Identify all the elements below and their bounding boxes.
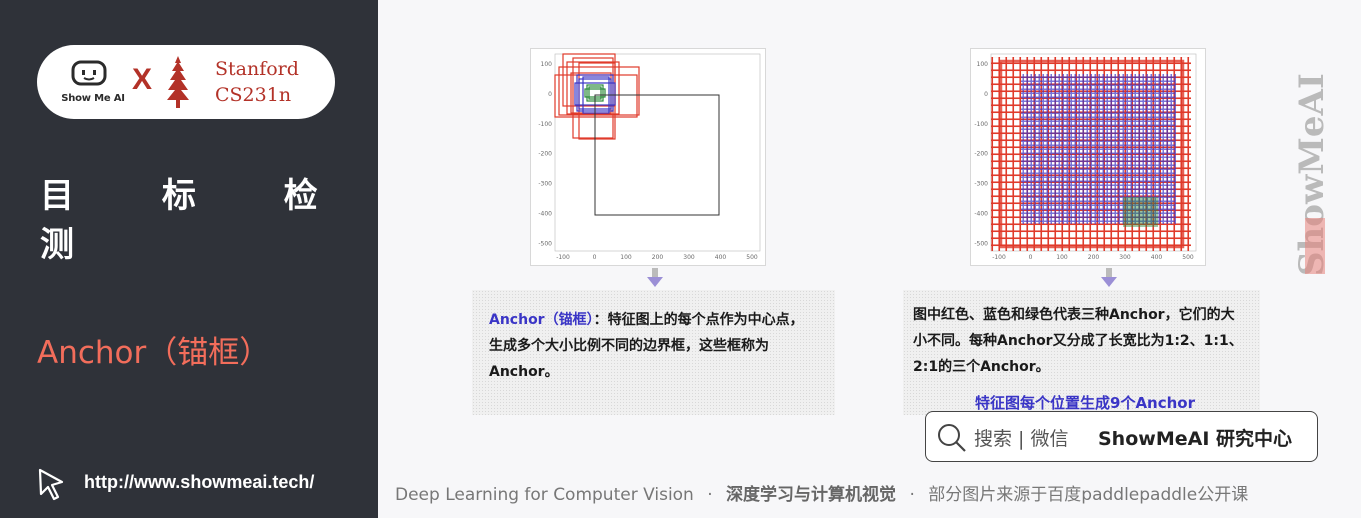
definition-line-1: Anchor（锚框）：特征图上的每个点作为中心点， [489, 312, 804, 328]
stanford-label: Stanford CS231n [215, 56, 299, 108]
showmeai-logo-text: Show Me AI [61, 93, 125, 104]
x-tick-label: 400 [1151, 254, 1163, 261]
search-icon [938, 424, 966, 452]
footer-course-cn: 深度学习与计算机视觉 [726, 485, 897, 505]
search-brand: ShowMeAI 研究中心 [1098, 428, 1292, 450]
section-subtitle: Anchor（锚框） [37, 335, 271, 371]
down-arrow-icon [1101, 268, 1117, 287]
anchor-definition-box: Anchor（锚框）：特征图上的每个点作为中心点， 生成多个大小比例不同的边界框… [472, 290, 835, 415]
y-tick-label: -200 [538, 151, 552, 158]
y-tick-label: -200 [974, 151, 988, 158]
wechat-search-box[interactable]: 搜索 | 微信 ShowMeAI 研究中心 [925, 411, 1318, 462]
y-tick-label: -100 [538, 121, 552, 128]
logo-card[interactable]: Show Me AI X Stanford CS231n [37, 45, 335, 119]
showmeai-watermark: ShowMeAI [1292, 73, 1332, 276]
y-tick-label: 0 [548, 91, 552, 98]
y-tick-label: -500 [538, 240, 552, 247]
section-title: 目 标 检 测 [40, 176, 356, 265]
x-tick-label: 500 [746, 254, 758, 261]
y-tick-label: -500 [974, 240, 988, 247]
footer-separator: · [707, 485, 713, 505]
sidebar: Show Me AI X Stanford CS231n 目 标 检 测 Anc… [0, 0, 378, 518]
definition-line-2: 生成多个大小比例不同的边界框，这些框称为 [489, 338, 769, 354]
description-line-1: 图中红色、蓝色和绿色代表三种Anchor，它们的大 [913, 307, 1235, 323]
y-tick-label: 100 [541, 61, 553, 68]
search-label: 搜索 | 微信 [974, 428, 1069, 450]
y-tick-label: -300 [974, 181, 988, 188]
description-line-2: 小不同。每种Anchor又分成了长宽比为1:2、1:1、 [913, 333, 1243, 349]
cursor-icon [38, 468, 64, 501]
robot-icon [71, 60, 107, 86]
x-tick-label: 200 [652, 254, 664, 261]
y-tick-label: -400 [538, 211, 552, 218]
footer-source: 部分图片来源于百度paddlepaddle公开课 [928, 485, 1249, 505]
definition-line-3: Anchor。 [489, 364, 559, 380]
x-tick-label: 100 [1056, 254, 1068, 261]
anchor-plot-single: 100 0 -100 -200 -300 -400 -500 -100 0 100 200 300 4… [530, 48, 766, 266]
x-tick-label: 400 [715, 254, 727, 261]
x-tick-label: 0 [593, 254, 597, 261]
stanford-name: Stanford [215, 58, 299, 80]
y-tick-label: 0 [984, 91, 988, 98]
anchor-description-text: 图中红色、蓝色和绿色代表三种Anchor，它们的大 小不同。每种Anchor又分… [913, 302, 1258, 380]
x-tick-label: -100 [556, 254, 570, 261]
anchor-plot-dense: 100 0 -100 -200 -300 -400 -500 -100 0 100 200 300 4… [970, 48, 1206, 266]
course-code: CS231n [215, 84, 292, 106]
website-link[interactable]: http://www.showmeai.tech/ [84, 472, 314, 493]
stanford-tree-icon [167, 56, 189, 108]
anchor-term: Anchor（锚框） [489, 312, 594, 328]
anchor-definition-text: Anchor（锚框）：特征图上的每个点作为中心点， 生成多个大小比例不同的边界框… [489, 307, 829, 385]
anchor-boxes [554, 53, 720, 216]
footer-separator: · [909, 485, 915, 505]
x-tick-label: 200 [1088, 254, 1100, 261]
x-tick-label: 300 [683, 254, 695, 261]
x-tick-label: 300 [1119, 254, 1131, 261]
y-tick-label: -400 [974, 211, 988, 218]
x-tick-label: -100 [992, 254, 1006, 261]
description-line-3: 2:1的三个Anchor。 [913, 359, 1050, 375]
anchor-plot-single-svg: 100 0 -100 -200 -300 -400 -500 -100 0 100 200 300 4… [538, 53, 761, 261]
y-tick-label: -300 [538, 181, 552, 188]
x-tick-label: 500 [1182, 254, 1194, 261]
down-arrow-icon [647, 268, 663, 287]
green-anchor-layer [1123, 197, 1158, 227]
footer-caption: Deep Learning for Computer Vision · 深度学习… [395, 480, 1248, 505]
anchor-plot-dense-svg: 100 0 -100 -200 -300 -400 -500 -100 0 100 200 300 4… [974, 53, 1197, 261]
x-tick-label: 0 [1029, 254, 1033, 261]
x-tick-label: 100 [620, 254, 632, 261]
footer-course: Deep Learning for Computer Vision [395, 485, 694, 505]
x-separator: X [132, 63, 153, 96]
anchor-count-highlight: 特征图每个位置生成9个Anchor [975, 394, 1195, 412]
y-tick-label: -100 [974, 121, 988, 128]
y-tick-label: 100 [977, 61, 989, 68]
